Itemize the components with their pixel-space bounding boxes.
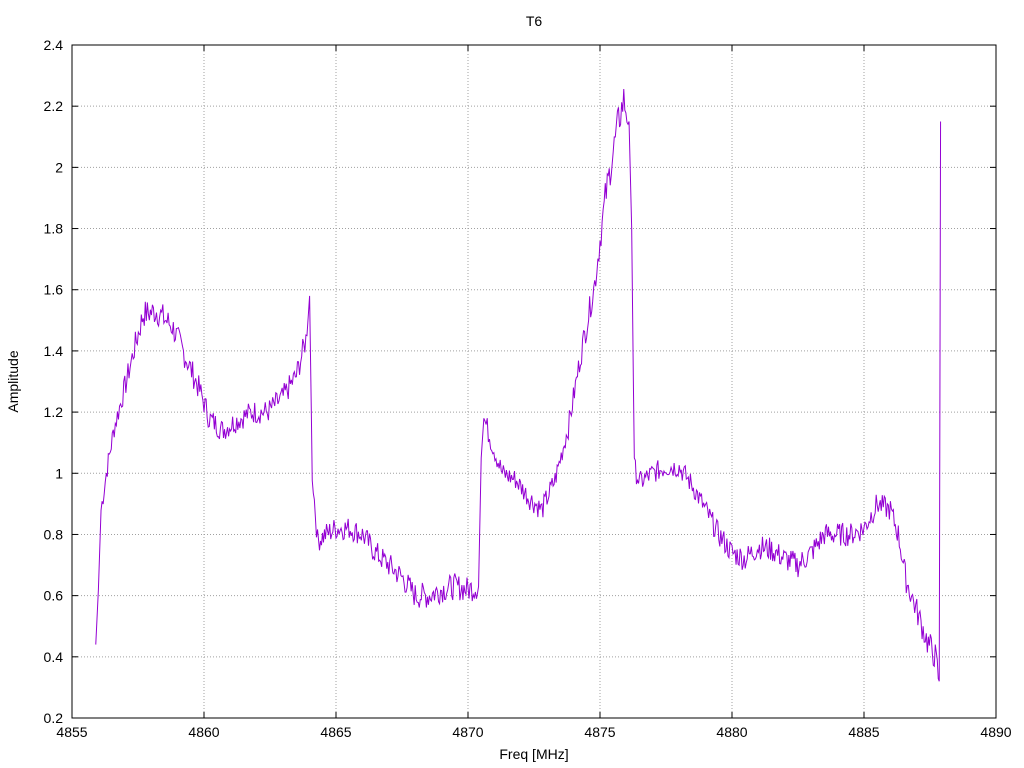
series-layer [95,89,942,682]
x-tick-label: 4870 [452,724,483,740]
y-tick-label: 0.8 [44,526,64,542]
x-tick-label: 4865 [320,724,351,740]
y-tick-label: 2.4 [44,37,64,53]
y-tick-label: 1.2 [44,404,64,420]
y-axis-title: Amplitude [5,350,21,412]
y-tick-label: 1.4 [44,343,64,359]
x-tick-labels: 4855 4860 4865 4870 4875 4880 4885 4890 [56,724,1011,740]
y-tick-labels: 0.2 0.4 0.6 0.8 1 1.2 1.4 1.6 1.8 2 2.2 2.4 [44,37,64,726]
x-tick-label: 4855 [56,724,87,740]
y-tick-label: 2 [55,159,63,175]
axis-ticks [71,44,997,719]
y-tick-label: 0.4 [44,649,64,665]
y-tick-label: 0.2 [44,710,64,726]
chart-title: T6 [526,13,543,29]
x-tick-label: 4885 [848,724,879,740]
series-line [95,89,942,682]
y-tick-label: 0.6 [44,588,64,604]
x-tick-label: 4860 [188,724,219,740]
grid-lines [72,45,996,718]
x-tick-label: 4890 [980,724,1011,740]
y-tick-label: 1.6 [44,282,64,298]
x-tick-label: 4880 [716,724,747,740]
line-chart: 4855 4860 4865 4870 4875 4880 4885 4890 0.20.40… [5,13,1012,762]
y-tick-label: 1.8 [44,221,64,237]
y-tick-label: 1 [55,465,63,481]
x-tick-label: 4875 [584,724,615,740]
plot-frame [71,44,997,719]
x-axis-title: Freq [MHz] [499,746,568,762]
y-tick-label: 2.2 [44,98,64,114]
